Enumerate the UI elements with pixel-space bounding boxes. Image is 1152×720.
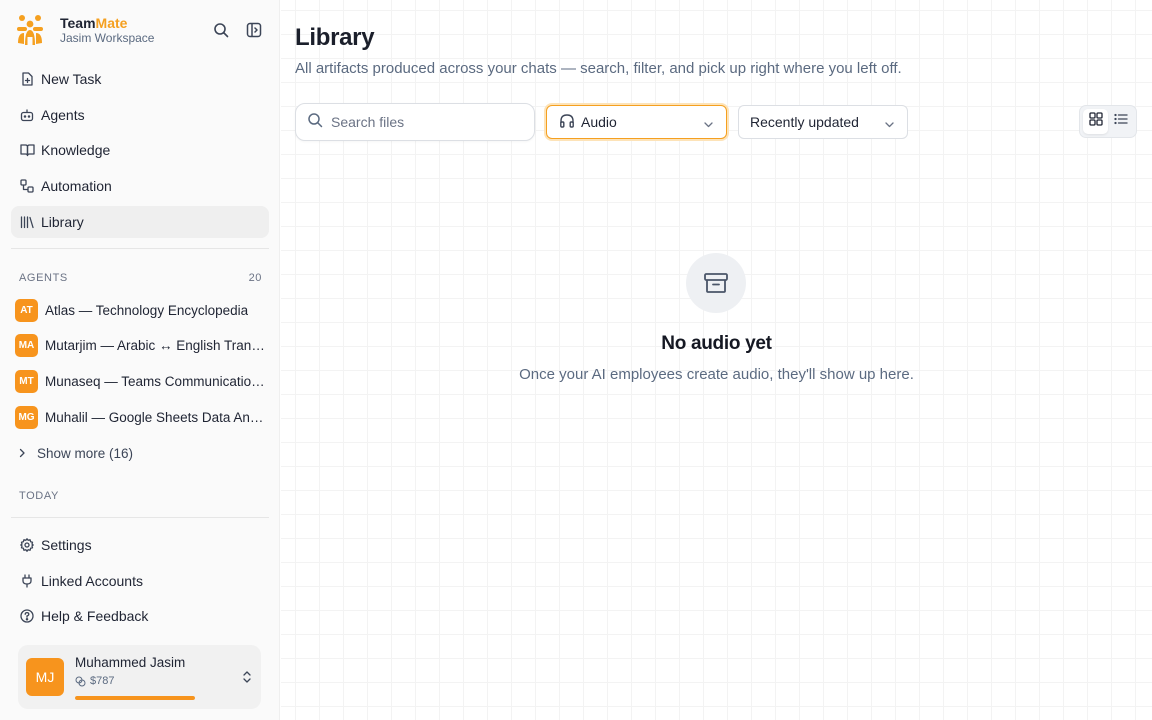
agent-avatar: AT	[15, 298, 38, 322]
archive-icon	[686, 253, 746, 313]
chevron-down-icon	[703, 117, 714, 133]
empty-state-message: Once your AI employees create audio, the…	[519, 366, 914, 383]
list-icon	[1113, 112, 1128, 131]
workflow-icon	[19, 178, 35, 194]
nav-label: Knowledge	[41, 142, 111, 159]
empty-state-title: No audio yet	[661, 333, 772, 354]
agent-item[interactable]: MA Mutarjim — Arabic ↔ English Translato…	[15, 332, 267, 360]
nav-item-library[interactable]: Library	[11, 205, 269, 238]
sidebar-divider	[11, 517, 269, 518]
user-balance: $787	[75, 675, 114, 687]
user-account-menu[interactable]: MJ Muhammed Jasim $787	[18, 645, 261, 709]
agent-name: Munaseq — Teams Communication Coordinato…	[45, 373, 267, 389]
main-nav: New Task Agents Knowledge Automation Lib…	[11, 63, 269, 241]
balance-progress-fill	[75, 696, 195, 700]
library-icon	[19, 214, 35, 230]
grid-view-button[interactable]	[1083, 109, 1108, 134]
workspace-name: Jasim Workspace	[60, 30, 155, 45]
avatar: MJ	[26, 658, 64, 696]
page-subtitle: All artifacts produced across your chats…	[295, 60, 902, 77]
agent-name: Atlas — Technology Encyclopedia	[45, 302, 249, 318]
book-icon	[19, 142, 35, 158]
bottom-nav: Settings Linked Accounts Help & Feedback	[11, 529, 269, 636]
nav-label: New Task	[41, 71, 102, 87]
agent-avatar: MG	[15, 405, 38, 429]
bot-icon	[19, 107, 35, 123]
list-view-button[interactable]	[1108, 109, 1133, 134]
plug-icon	[19, 573, 35, 589]
sidebar-toggle-icon[interactable]	[244, 20, 264, 40]
agents-count: 20	[248, 272, 262, 284]
chevron-down-icon	[884, 117, 895, 133]
teammate-logo-icon	[16, 13, 44, 47]
help-icon	[19, 608, 35, 624]
nav-item-settings[interactable]: Settings	[11, 529, 269, 561]
agent-avatar: MT	[15, 369, 38, 393]
nav-label: Settings	[41, 537, 92, 553]
today-section-title: TODAY	[19, 490, 59, 502]
search-box[interactable]	[295, 103, 535, 141]
brand[interactable]: TeamMate Jasim Workspace	[16, 12, 154, 48]
nav-item-linked-accounts[interactable]: Linked Accounts	[11, 565, 269, 597]
main-content: Library All artifacts produced across yo…	[281, 0, 1152, 720]
show-more-label: Show more (16)	[37, 445, 134, 461]
show-more-agents-button[interactable]: Show more (16)	[17, 442, 133, 464]
search-input[interactable]	[331, 114, 521, 130]
nav-item-new-task[interactable]: New Task	[11, 63, 269, 95]
nav-label: Help & Feedback	[41, 608, 149, 625]
type-filter-select[interactable]: Audio	[546, 105, 727, 139]
sort-value: Recently updated	[750, 114, 859, 130]
search-icon[interactable]	[211, 20, 231, 40]
chevron-up-down-icon	[242, 669, 252, 690]
agent-name: Muhalil — Google Sheets Data Analyst	[45, 409, 267, 425]
balance-value: $787	[90, 675, 115, 687]
sidebar-divider	[11, 248, 269, 249]
chevron-right-icon	[17, 448, 31, 458]
nav-label: Agents	[41, 106, 85, 123]
agent-item[interactable]: MT Munaseq — Teams Communication Coordin…	[15, 367, 267, 395]
today-section-header: TODAY	[19, 490, 262, 502]
agent-item[interactable]: MG Muhalil — Google Sheets Data Analyst	[15, 403, 267, 431]
agent-name: Mutarjim — Arabic ↔ English Translator	[45, 338, 267, 354]
nav-label: Linked Accounts	[41, 572, 143, 589]
nav-item-agents[interactable]: Agents	[11, 99, 269, 131]
agents-section-title: AGENTS	[19, 272, 68, 284]
headphones-icon	[559, 113, 575, 132]
search-icon	[307, 112, 323, 133]
user-name: Muhammed Jasim	[75, 655, 186, 670]
view-mode-toggle	[1079, 105, 1137, 138]
coins-icon	[75, 676, 86, 687]
nav-label: Library	[41, 213, 84, 230]
agent-avatar: MA	[15, 334, 38, 358]
nav-item-automation[interactable]: Automation	[11, 170, 269, 202]
nav-item-help[interactable]: Help & Feedback	[11, 600, 269, 632]
nav-label: Automation	[41, 178, 112, 195]
agents-section-header: AGENTS 20	[19, 272, 262, 284]
agent-item[interactable]: AT Atlas — Technology Encyclopedia	[15, 296, 267, 324]
sidebar: TeamMate Jasim Workspace New Task Agents…	[0, 0, 280, 720]
balance-progress-bar	[75, 696, 195, 700]
brand-name: TeamMate	[60, 14, 128, 31]
page-title: Library	[295, 24, 375, 51]
gear-icon	[19, 537, 35, 553]
new-task-icon	[19, 71, 35, 87]
grid-icon	[1088, 112, 1103, 131]
type-filter-value: Audio	[581, 114, 617, 130]
nav-item-knowledge[interactable]: Knowledge	[11, 134, 269, 166]
agents-list: AT Atlas — Technology Encyclopedia MA Mu…	[15, 296, 267, 439]
sort-select[interactable]: Recently updated	[738, 105, 908, 139]
